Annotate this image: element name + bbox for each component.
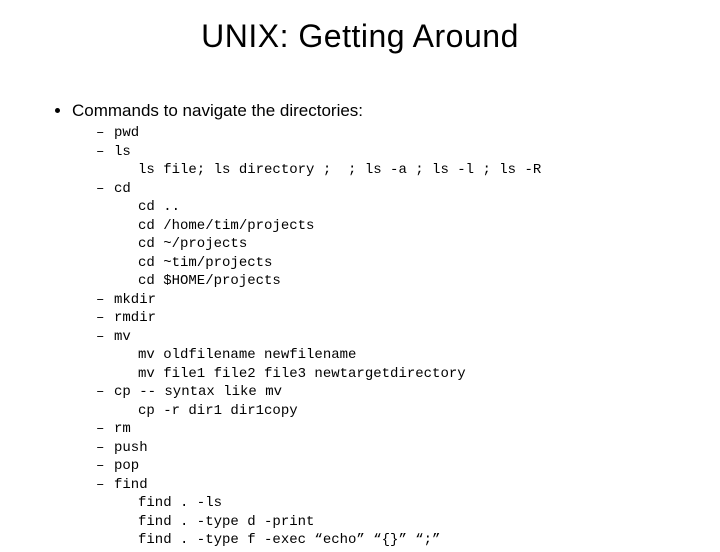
command-label: pop: [114, 458, 139, 474]
command-item: push: [96, 440, 680, 458]
command-example: cd ~/projects: [138, 236, 680, 254]
command-label: mkdir: [114, 292, 156, 308]
command-item: ls: [96, 144, 680, 162]
command-label: cd: [114, 181, 131, 197]
command-example: find . -type f -exec “echo” “{}” “;”: [138, 532, 680, 550]
slide-body: Commands to navigate the directories: pw…: [54, 100, 680, 552]
command-example: cd $HOME/projects: [138, 273, 680, 291]
command-label: find: [114, 477, 148, 493]
command-label: mv: [114, 329, 131, 345]
command-item: cd: [96, 181, 680, 199]
slide: UNIX: Getting Around Commands to navigat…: [0, 0, 720, 540]
command-example: mv file1 file2 file3 newtargetdirectory: [138, 366, 680, 384]
command-item: cp -- syntax like mv: [96, 384, 680, 402]
command-example: cp -r dir1 dir1copy: [138, 403, 680, 421]
command-example: find . -ls: [138, 495, 680, 513]
command-label: ls: [114, 144, 131, 160]
command-item: rmdir: [96, 310, 680, 328]
command-item: rm: [96, 421, 680, 439]
command-label: pwd: [114, 125, 139, 141]
command-example: mv oldfilename newfilename: [138, 347, 680, 365]
main-bullet-text: Commands to navigate the directories:: [72, 101, 363, 120]
bullet-list: Commands to navigate the directories: pw…: [54, 100, 680, 550]
command-example: cd ..: [138, 199, 680, 217]
command-example: ls file; ls directory ; ; ls -a ; ls -l …: [138, 162, 680, 180]
command-example: cd ~tim/projects: [138, 255, 680, 273]
command-example: cd /home/tim/projects: [138, 218, 680, 236]
command-item: pwd: [96, 125, 680, 143]
command-label: push: [114, 440, 148, 456]
slide-title: UNIX: Getting Around: [0, 0, 720, 55]
main-bullet: Commands to navigate the directories: pw…: [72, 100, 680, 550]
command-label: rmdir: [114, 310, 156, 326]
command-item: pop: [96, 458, 680, 476]
command-label: rm: [114, 421, 131, 437]
command-item: mkdir: [96, 292, 680, 310]
command-item: mv: [96, 329, 680, 347]
command-list: pwd ls ls file; ls directory ; ; ls -a ; l…: [96, 125, 680, 550]
command-example: find . -type d -print: [138, 514, 680, 532]
command-label: cp -- syntax like mv: [114, 384, 282, 400]
command-item: find: [96, 477, 680, 495]
